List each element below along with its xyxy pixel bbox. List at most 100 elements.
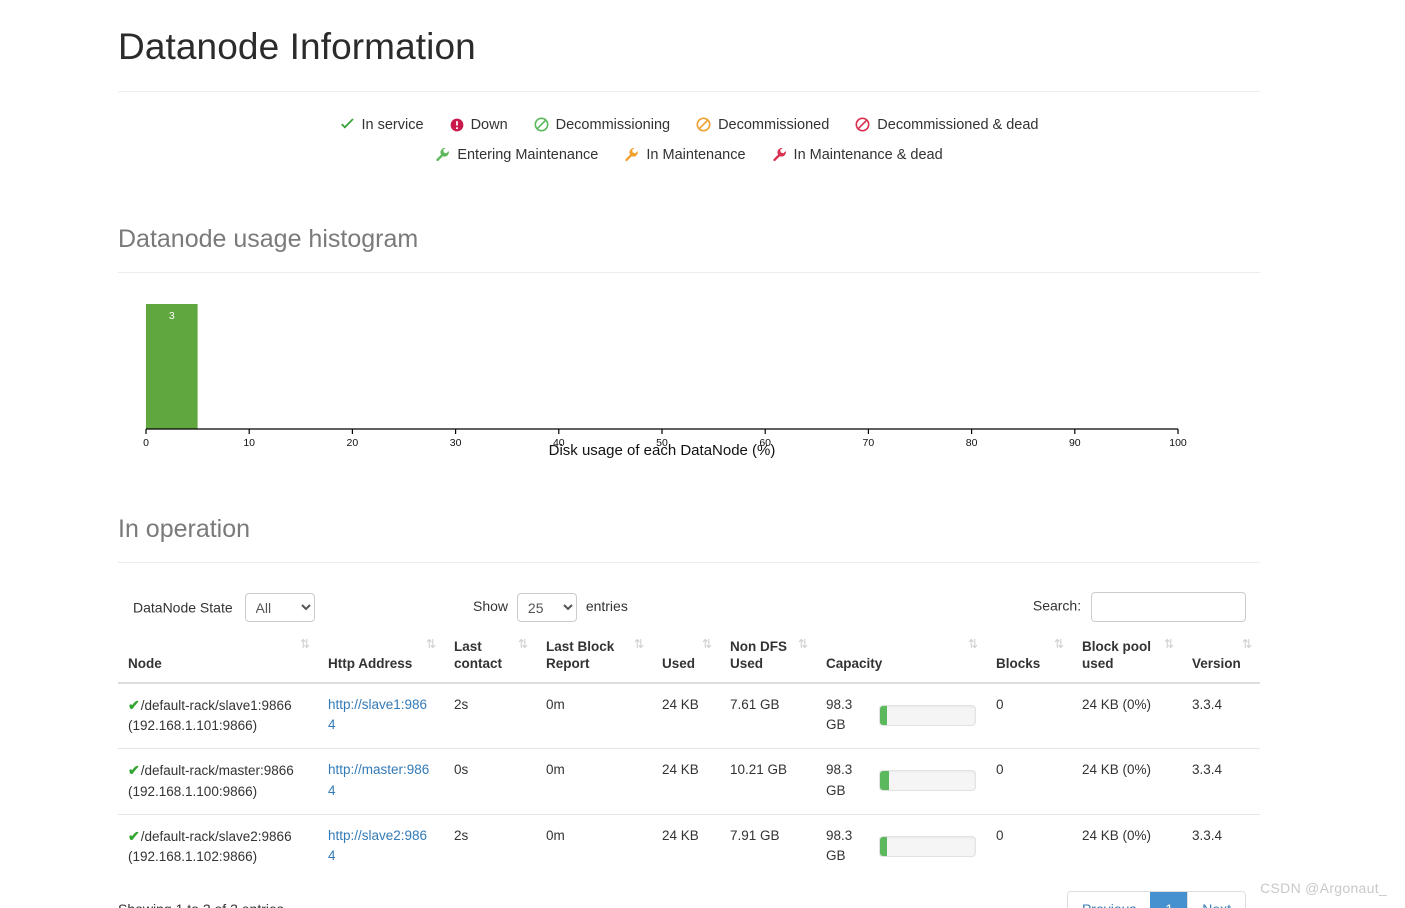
histogram-x-tick-label: 20 bbox=[347, 437, 359, 449]
table-row: ✔/default-rack/master:9866 (192.168.1.10… bbox=[118, 748, 1260, 815]
ban-icon bbox=[696, 117, 711, 132]
histogram-x-tick-label: 100 bbox=[1169, 437, 1187, 449]
cell-capacity: 98.3 GB bbox=[816, 683, 986, 749]
table-header-label: Last Block Report bbox=[546, 639, 615, 671]
node-label: /default-rack/slave1:9866 (192.168.1.101… bbox=[128, 697, 292, 734]
table-header-label: Http Address bbox=[328, 655, 413, 671]
entries-label: entries bbox=[585, 598, 628, 615]
datanode-information-page: Datanode Information In service Down Decom… bbox=[0, 0, 1405, 908]
ban-icon bbox=[855, 117, 870, 132]
wrench-icon bbox=[625, 147, 639, 161]
table-header-row: ⇅ Node ⇅ Http Address ⇅ Last contact ⇅ Last Blo… bbox=[118, 631, 1260, 684]
node-label: /default-rack/master:9866 (192.168.1.100… bbox=[128, 763, 294, 799]
table-header-http-address[interactable]: ⇅ Http Address bbox=[318, 631, 444, 684]
sort-icon[interactable]: ⇅ bbox=[300, 637, 310, 652]
table-header-version[interactable]: ⇅ Version bbox=[1182, 631, 1260, 684]
datanode-usage-histogram: 3 0 10 20 30 40 50 60 70 80 90 100 Disk usage of eac… bbox=[118, 289, 1260, 464]
table-header-last-contact[interactable]: ⇅ Last contact bbox=[444, 631, 536, 684]
legend-item-label: Decommissioning bbox=[555, 116, 671, 133]
in-operation-divider bbox=[118, 562, 1260, 564]
http-address-link[interactable]: http://slave1:9864 bbox=[328, 697, 427, 732]
cell-last-block-report: 0m bbox=[546, 696, 565, 712]
histogram-section: Datanode usage histogram 3 0 10 20 30 40 50 60 7… bbox=[118, 224, 1260, 464]
histogram-x-tick-label: 30 bbox=[450, 437, 462, 449]
histogram-bar-label: 3 bbox=[169, 310, 175, 322]
wrench-icon bbox=[772, 147, 786, 161]
sort-icon[interactable]: ⇅ bbox=[518, 637, 528, 652]
wrench-icon bbox=[436, 147, 450, 161]
cell-used: 24 KB bbox=[662, 696, 699, 712]
legend-row-1: In service Down Decommissioning Decommissio… bbox=[118, 110, 1260, 140]
search-label: Search: bbox=[1032, 597, 1082, 614]
sort-icon[interactable]: ⇅ bbox=[1242, 637, 1252, 652]
sort-icon[interactable]: ⇅ bbox=[634, 637, 644, 652]
histogram-bar bbox=[146, 304, 198, 430]
exclamation-circle-icon bbox=[450, 118, 463, 132]
cell-last-contact: 0s bbox=[444, 748, 536, 815]
in-operation-section: In operation DataNode State All Show 25 bbox=[118, 514, 1260, 908]
legend-item-in-maintenance: In Maintenance bbox=[624, 140, 746, 170]
legend-item-label: Decommissioned & dead bbox=[877, 116, 1039, 133]
sort-icon[interactable]: ⇅ bbox=[702, 637, 712, 652]
table-header-non-dfs-used[interactable]: ⇅ Non DFS Used bbox=[720, 631, 816, 684]
sort-icon[interactable]: ⇅ bbox=[1164, 637, 1174, 652]
http-address-link[interactable]: http://slave2:9864 bbox=[328, 828, 427, 863]
table-length-control: Show 25 entries bbox=[473, 593, 628, 623]
histogram-x-tick-label: 90 bbox=[1069, 437, 1081, 449]
legend-item-decommissioned-dead: Decommissioned & dead bbox=[855, 110, 1039, 140]
table-header-label: Non DFS Used bbox=[730, 639, 787, 671]
show-label: Show bbox=[473, 598, 509, 615]
ban-icon bbox=[534, 117, 549, 132]
cell-last-contact: 2s bbox=[444, 813, 536, 880]
histogram-x-tick-label: 10 bbox=[243, 437, 255, 449]
table-header-label: Block pool used bbox=[1082, 639, 1152, 671]
pagination-page-1[interactable]: 1 bbox=[1150, 892, 1188, 908]
sort-icon[interactable]: ⇅ bbox=[968, 637, 978, 652]
legend-item-label: In Maintenance & dead bbox=[793, 147, 943, 164]
legend-item-label: In service bbox=[361, 116, 424, 133]
sort-icon[interactable]: ⇅ bbox=[1054, 637, 1064, 652]
table-header-label: Version bbox=[1192, 655, 1241, 671]
datanode-state-filter: DataNode State All bbox=[133, 593, 315, 623]
legend-item-decommissioned: Decommissioned bbox=[696, 110, 829, 140]
cell-version: 3.3.4 bbox=[1182, 748, 1260, 815]
capacity-progress-bar bbox=[878, 770, 976, 792]
cell-capacity: 98.3 GB bbox=[816, 813, 986, 880]
check-icon bbox=[340, 118, 354, 129]
sort-icon[interactable]: ⇅ bbox=[426, 637, 436, 652]
cell-block-pool-used: 24 KB (0%) bbox=[1072, 748, 1182, 815]
legend-item-entering-maintenance: Entering Maintenance bbox=[435, 140, 598, 170]
table-row: ✔/default-rack/slave2:9866 (192.168.1.10… bbox=[118, 813, 1260, 880]
table-header-last-block-report[interactable]: ⇅ Last Block Report bbox=[536, 631, 652, 684]
capacity-value: 98.3 GB bbox=[826, 762, 853, 798]
table-header-node[interactable]: ⇅ Node bbox=[118, 631, 318, 684]
table-row: ✔/default-rack/slave1:9866 (192.168.1.10… bbox=[118, 683, 1260, 749]
legend-item-in-service: In service bbox=[340, 110, 424, 140]
table-search-control: Search: bbox=[1032, 592, 1246, 623]
table-length-select[interactable]: 25 bbox=[516, 593, 577, 623]
table-header-block-pool-used[interactable]: ⇅ Block pool used bbox=[1072, 631, 1182, 684]
cell-blocks: 0 bbox=[986, 813, 1072, 880]
pagination-previous[interactable]: Previous bbox=[1067, 892, 1151, 908]
check-icon: ✔ bbox=[128, 696, 140, 713]
capacity-progress-bar bbox=[878, 835, 976, 857]
table-header-label: Used bbox=[662, 655, 696, 671]
pagination-next[interactable]: Next bbox=[1187, 892, 1245, 908]
cell-http-address: http://slave1:9864 bbox=[318, 683, 444, 749]
histogram-x-tick-label: 80 bbox=[966, 437, 978, 449]
histogram-x-tick-label: 0 bbox=[143, 437, 149, 449]
in-operation-heading: In operation bbox=[118, 515, 251, 544]
search-input[interactable] bbox=[1091, 592, 1246, 623]
cell-non-dfs-used: 7.91 GB bbox=[720, 813, 816, 880]
table-header-blocks[interactable]: ⇅ Blocks bbox=[986, 631, 1072, 684]
table-header-capacity[interactable]: ⇅ Capacity bbox=[816, 631, 986, 684]
table-header-label: Blocks bbox=[996, 655, 1041, 671]
legend-row-2: Entering Maintenance In Maintenance In Mai… bbox=[118, 140, 1260, 170]
table-header-used[interactable]: ⇅ Used bbox=[652, 631, 720, 684]
datanode-state-label: DataNode State bbox=[133, 599, 233, 616]
sort-icon[interactable]: ⇅ bbox=[798, 637, 808, 652]
cell-block-pool-used: 24 KB (0%) bbox=[1082, 696, 1152, 712]
http-address-link[interactable]: http://master:9864 bbox=[328, 762, 429, 797]
table-header-label: Last contact bbox=[454, 639, 503, 671]
datanode-state-select[interactable]: All bbox=[244, 593, 315, 623]
